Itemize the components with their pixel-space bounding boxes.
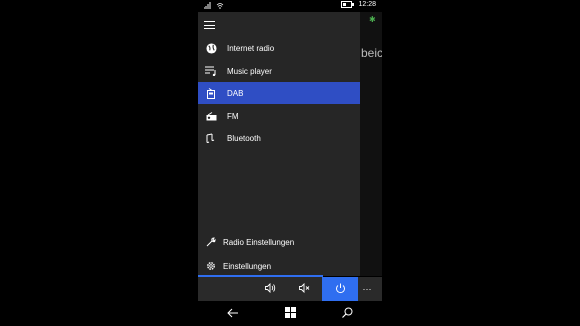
status-bar: 12:28 [198, 0, 382, 12]
wrench-icon [204, 235, 218, 249]
volume-icon [264, 282, 276, 295]
status-dot-icon: ✱ [369, 15, 376, 24]
search-icon [341, 305, 353, 323]
more-button[interactable]: ··· [352, 277, 382, 301]
menu-item-fm[interactable]: FM [198, 105, 360, 127]
mute-icon [298, 282, 310, 295]
music-list-icon [204, 64, 218, 78]
more-icon: ··· [362, 284, 372, 294]
menu-item-internet-radio[interactable]: Internet radio [198, 37, 360, 59]
menu-item-music-player[interactable]: Music player [198, 60, 360, 82]
wifi-icon [216, 2, 224, 11]
menu-item-dab[interactable]: DAB [198, 82, 360, 104]
navigation-drawer: Internet radio Music player DAB FM Bluet [198, 12, 360, 276]
menu-item-radio-einstellungen[interactable]: Radio Einstellungen [198, 232, 360, 252]
signal-icon [203, 2, 212, 11]
volume-button[interactable] [252, 277, 288, 301]
radio-portable-icon [204, 86, 218, 100]
globe-icon [204, 41, 218, 55]
background-text: beich [361, 46, 382, 60]
hamburger-menu-icon[interactable] [204, 21, 215, 29]
back-arrow-icon [227, 305, 239, 323]
menu-item-bluetooth[interactable]: Bluetooth [198, 127, 360, 149]
mute-button[interactable] [286, 277, 322, 301]
bluetooth-icon [204, 131, 218, 145]
search-button[interactable] [339, 306, 355, 322]
start-button[interactable] [282, 306, 298, 322]
app-bar: ··· [198, 277, 382, 301]
power-icon [335, 283, 346, 296]
phone-screen: 12:28 ✱ beich Internet radio Music playe… [198, 0, 382, 326]
menu-item-einstellungen[interactable]: Einstellungen [198, 256, 360, 276]
back-button[interactable] [225, 306, 241, 322]
windows-logo-icon [284, 305, 296, 323]
battery-icon [341, 1, 355, 8]
clock: 12:28 [358, 1, 376, 8]
radio-icon [204, 109, 218, 123]
system-nav-bar [198, 301, 382, 326]
gear-icon [204, 259, 218, 273]
